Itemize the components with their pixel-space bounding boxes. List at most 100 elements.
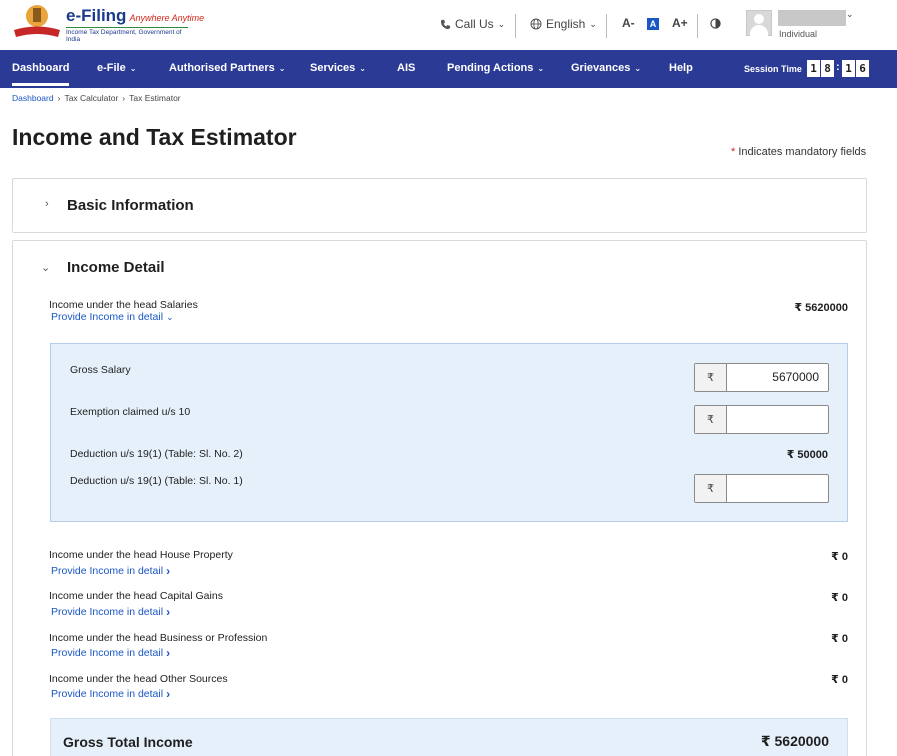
other-sources-value: ₹ 0 (831, 674, 848, 686)
gross-salary-field[interactable]: ₹ 5670000 (694, 363, 829, 392)
language-dropdown[interactable]: English ⌄ (530, 17, 597, 31)
font-increase-button[interactable]: A+ (672, 16, 688, 30)
link-text: Provide Income in detail (51, 688, 164, 700)
nav-dashboard[interactable]: Dashboard (12, 62, 70, 86)
chevron-right-icon: › (166, 646, 171, 660)
phone-icon (440, 19, 451, 29)
header-divider (515, 14, 516, 38)
chevron-down-icon[interactable]: ⌄ (846, 9, 854, 20)
gross-total-income-value: ₹ 5620000 (760, 733, 829, 749)
session-digit: 1 (842, 60, 855, 77)
rupee-icon: ₹ (695, 364, 727, 391)
link-text: Provide Income in detail (51, 647, 164, 659)
salaries-detail-link[interactable]: Provide Income in detail ⌄ (51, 311, 174, 323)
contrast-icon[interactable] (710, 18, 721, 29)
mandatory-text: Indicates mandatory fields (738, 146, 867, 158)
breadcrumb: Dashboard › Tax Calculator › Tax Estimat… (12, 93, 181, 103)
capital-gains-detail-link[interactable]: Provide Income in detail › (51, 605, 170, 619)
capital-gains-label: Income under the head Capital Gains (49, 590, 223, 602)
nav-label: Authorised Partners (169, 62, 275, 74)
deduction-sl2-value: ₹ 50000 (786, 449, 828, 461)
header-divider (697, 14, 698, 38)
salaries-label: Income under the head Salaries (49, 299, 198, 311)
chevron-down-icon: ⌄ (634, 63, 642, 73)
nav-pending-actions[interactable]: Pending Actions ⌄ (447, 62, 544, 74)
session-digit: 8 (821, 60, 834, 77)
chevron-right-icon: › (57, 93, 61, 103)
header-divider (606, 14, 607, 38)
basic-information-accordion[interactable]: › Basic Information (12, 178, 867, 233)
chevron-right-icon: › (166, 687, 171, 701)
link-text: Provide Income in detail (51, 565, 164, 577)
link-text: Provide Income in detail (51, 311, 164, 323)
nav-grievances[interactable]: Grievances ⌄ (571, 62, 641, 74)
nav-label: Grievances (571, 62, 631, 74)
mandatory-note: * Indicates mandatory fields (731, 146, 866, 158)
chevron-down-icon: ⌄ (359, 63, 366, 73)
emblem-logo-icon[interactable] (12, 3, 62, 39)
nav-label: e-File (97, 62, 126, 74)
font-decrease-button[interactable]: A- (622, 16, 635, 30)
link-text: Provide Income in detail (51, 606, 164, 618)
language-label: English (546, 17, 586, 31)
session-digit: 1 (807, 60, 820, 77)
nav-ais[interactable]: AIS (397, 62, 415, 74)
chevron-down-icon: ⌄ (537, 63, 545, 73)
chevron-down-icon[interactable]: ⌄ (41, 261, 50, 274)
nav-label: Services (310, 62, 356, 74)
house-property-detail-link[interactable]: Provide Income in detail › (51, 564, 170, 578)
exemption-field[interactable]: ₹ (694, 405, 829, 434)
call-us-dropdown[interactable]: Call Us ⌄ (440, 17, 505, 31)
deduction-sl2-label: Deduction u/s 19(1) (Table: Sl. No. 2) (70, 448, 243, 460)
call-us-label: Call Us (455, 17, 494, 31)
chevron-down-icon: ⌄ (589, 18, 597, 29)
gross-salary-label: Gross Salary (70, 364, 131, 376)
session-digit: 6 (856, 60, 869, 77)
gross-salary-value[interactable]: 5670000 (727, 364, 828, 391)
user-name-redacted[interactable] (778, 10, 846, 26)
chevron-down-icon: ⌄ (278, 63, 286, 73)
chevron-right-icon: › (45, 198, 49, 210)
gross-total-income-label: Gross Total Income (63, 734, 193, 750)
session-time-label: Session Time (744, 64, 802, 74)
salaries-value: ₹ 5620000 (794, 302, 848, 314)
main-nav: Dashboard e-File ⌄ Authorised Partners ⌄ S… (0, 50, 897, 88)
deduction-sl1-field[interactable]: ₹ (694, 474, 829, 503)
business-profession-detail-link[interactable]: Provide Income in detail › (51, 646, 170, 660)
chevron-down-icon: ⌄ (129, 63, 137, 73)
exemption-value[interactable] (727, 406, 828, 433)
logo-subtitle: Income Tax Department, Government of Ind… (66, 27, 188, 43)
income-detail-accordion: ⌄ Income Detail Income under the head Sa… (12, 240, 867, 756)
chevron-right-icon: › (166, 564, 171, 578)
house-property-value: ₹ 0 (831, 551, 848, 563)
logo-title[interactable]: e-Filing Anywhere Anytime (66, 6, 204, 26)
nav-label: Dashboard (12, 62, 70, 74)
logo-title-text: e-Filing (66, 6, 127, 25)
page-title: Income and Tax Estimator (12, 124, 297, 150)
deduction-sl1-value[interactable] (727, 475, 828, 502)
deduction-sl1-label: Deduction u/s 19(1) (Table: Sl. No. 1) (70, 475, 243, 487)
business-profession-label: Income under the head Business or Profes… (49, 632, 268, 644)
font-normal-button[interactable]: A (647, 18, 659, 30)
breadcrumb-tax-calculator[interactable]: Tax Calculator (64, 93, 118, 103)
nav-e-file[interactable]: e-File ⌄ (97, 62, 136, 74)
logo-tagline: Anywhere Anytime (129, 13, 205, 23)
chevron-right-icon: › (166, 605, 171, 619)
nav-label: Pending Actions (447, 62, 534, 74)
chevron-down-icon: ⌄ (166, 311, 174, 322)
mandatory-star: * (731, 146, 736, 158)
nav-services[interactable]: Services ⌄ (310, 62, 366, 74)
nav-label: AIS (397, 62, 416, 74)
avatar[interactable] (746, 10, 772, 36)
top-header: e-Filing Anywhere Anytime Income Tax Depa… (0, 0, 897, 50)
income-detail-title[interactable]: Income Detail (67, 259, 165, 276)
session-colon: : (836, 61, 840, 73)
nav-label: Help (669, 62, 693, 74)
nav-help[interactable]: Help (669, 62, 693, 74)
other-sources-detail-link[interactable]: Provide Income in detail › (51, 687, 170, 701)
chevron-right-icon: › (122, 93, 126, 103)
nav-authorised-partners[interactable]: Authorised Partners ⌄ (169, 62, 285, 74)
breadcrumb-dashboard[interactable]: Dashboard (12, 93, 54, 103)
chevron-down-icon: ⌄ (497, 18, 506, 29)
breadcrumb-tax-estimator: Tax Estimator (129, 93, 181, 103)
